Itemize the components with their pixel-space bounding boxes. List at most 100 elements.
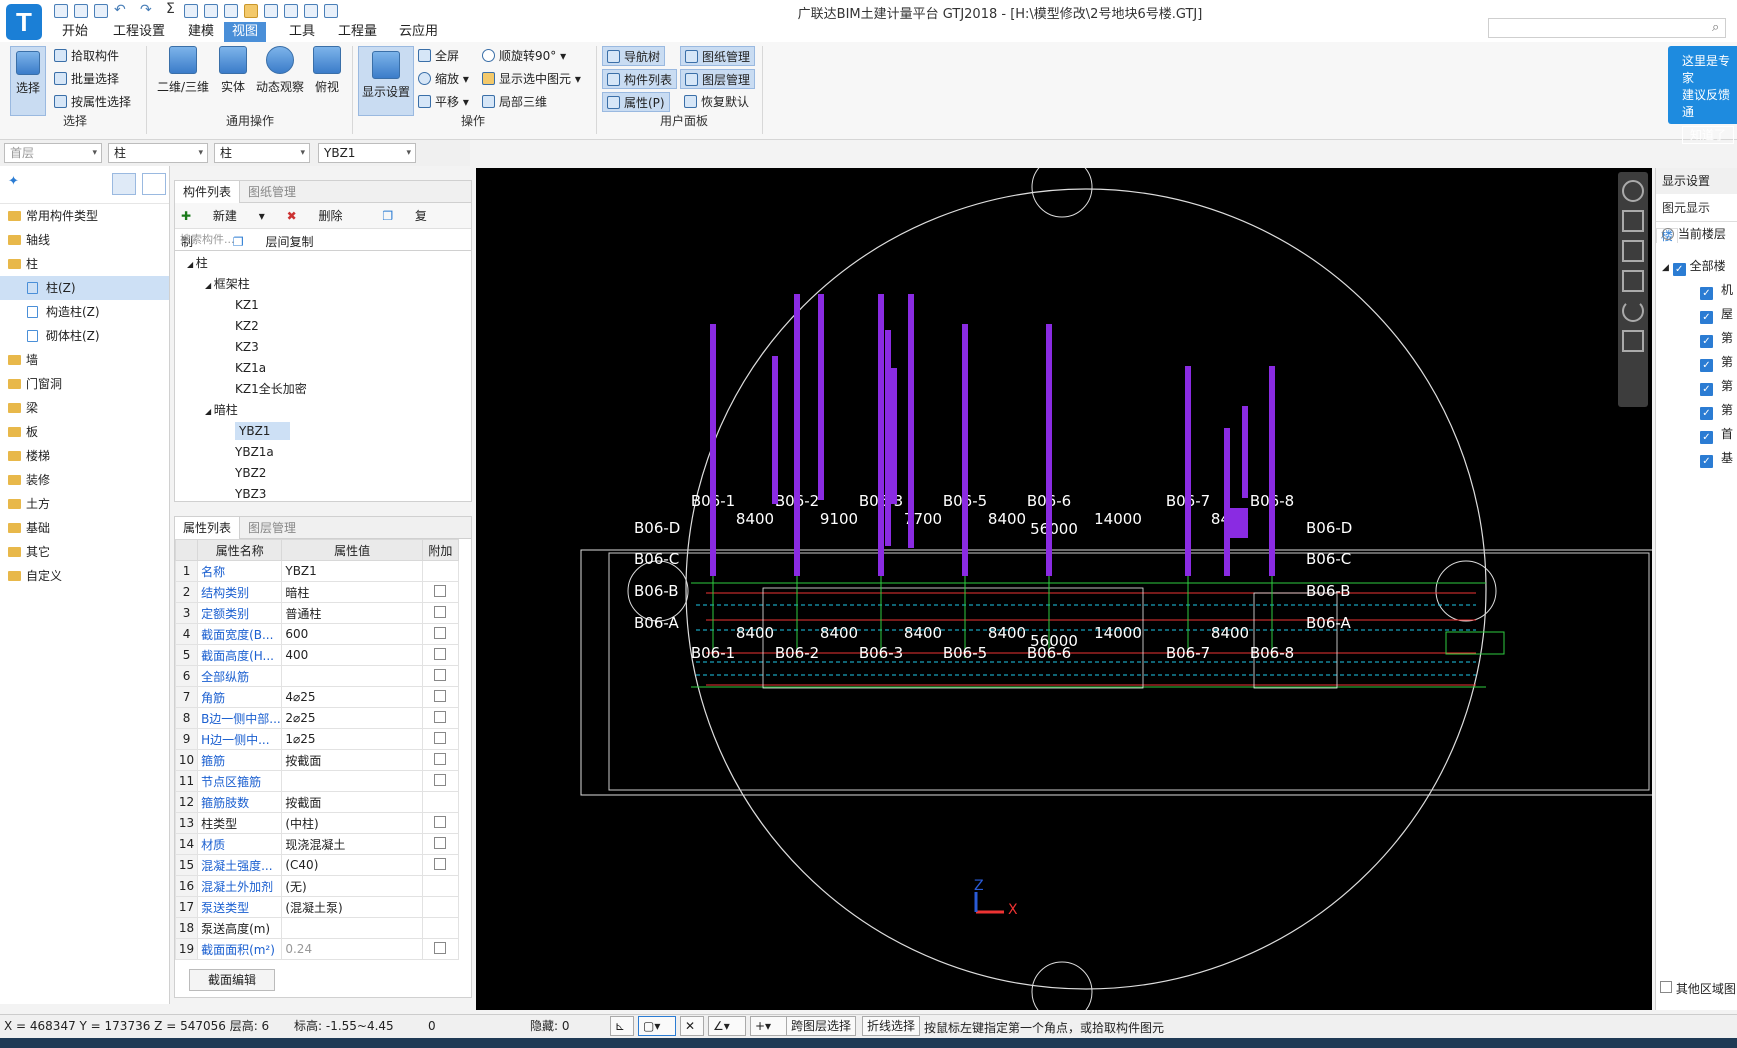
property-row[interactable]: 16 混凝土外加剂 (无) bbox=[174, 875, 460, 897]
property-row[interactable]: 3 定额类别 普通柱 bbox=[174, 602, 460, 624]
search-input[interactable] bbox=[1488, 18, 1726, 38]
type-select[interactable]: 柱 bbox=[108, 143, 208, 163]
property-row[interactable]: 9 H边一侧中... 1⌀25 bbox=[174, 728, 460, 750]
column-bar[interactable] bbox=[772, 356, 778, 504]
extra-checkbox[interactable] bbox=[434, 857, 447, 870]
extra-checkbox[interactable] bbox=[434, 710, 447, 723]
property-value[interactable]: (无) bbox=[281, 875, 423, 897]
extra-checkbox[interactable] bbox=[434, 941, 447, 954]
property-row[interactable]: 13 柱类型 (中柱) bbox=[174, 812, 460, 834]
property-row[interactable]: 8 B边一侧中部... 2⌀25 bbox=[174, 707, 460, 729]
floor-item[interactable]: ✓ 第 bbox=[1656, 398, 1737, 422]
extra-checkbox[interactable] bbox=[434, 647, 447, 660]
rotate-90-button[interactable]: 顺旋转90° ▾ bbox=[482, 46, 566, 66]
column-bar[interactable] bbox=[1242, 406, 1248, 498]
list-view-icon[interactable] bbox=[112, 173, 136, 195]
undo-icon[interactable]: ↶ bbox=[114, 2, 126, 18]
layer-mgmt-toggle[interactable]: 图层管理 bbox=[680, 69, 756, 89]
snap-icon[interactable]: ▢▾ bbox=[638, 1016, 676, 1036]
component-tree-item[interactable]: ◢ 暗柱 bbox=[175, 400, 471, 421]
all-floors-checkbox[interactable]: ✓ bbox=[1672, 263, 1686, 276]
property-value[interactable]: (C40) bbox=[281, 854, 423, 876]
menu-tools[interactable]: 工具 bbox=[281, 22, 323, 42]
property-value[interactable]: 0.24 bbox=[281, 938, 423, 960]
top-view-button[interactable]: 俯视 bbox=[310, 46, 344, 95]
angle-icon[interactable]: ∠▾ bbox=[708, 1016, 746, 1036]
cross-layer-select-button[interactable]: 跨图层选择 bbox=[786, 1016, 857, 1036]
column-bar[interactable] bbox=[908, 294, 914, 548]
property-row[interactable]: 6 全部纵筋 bbox=[174, 665, 460, 687]
column-bar[interactable] bbox=[1046, 324, 1052, 576]
menu-cloud[interactable]: 云应用 bbox=[391, 22, 446, 42]
expand-icon[interactable]: ◢ bbox=[205, 281, 214, 290]
column-bar[interactable] bbox=[885, 330, 891, 546]
floor-checkbox[interactable]: ✓ bbox=[1700, 407, 1713, 420]
drawing-mgmt-toggle[interactable]: 图纸管理 bbox=[680, 46, 756, 66]
extra-checkbox[interactable] bbox=[434, 752, 447, 765]
new-button[interactable]: ✚ 新建 ▾ bbox=[181, 209, 265, 223]
floor-item[interactable]: ✓ 第 bbox=[1656, 350, 1737, 374]
tools-icon[interactable] bbox=[264, 4, 278, 18]
nav-item[interactable]: 轴线 bbox=[0, 228, 169, 252]
3d-tool-icon[interactable] bbox=[1622, 240, 1644, 262]
redo-icon[interactable]: ↷ bbox=[140, 2, 152, 18]
nav-item[interactable]: 土方 bbox=[0, 492, 169, 516]
nav-item[interactable]: 自定义 bbox=[0, 564, 169, 588]
nav-item[interactable]: 柱(Z) bbox=[0, 276, 169, 300]
floor-item[interactable]: ✓ 机 bbox=[1656, 278, 1737, 302]
property-value[interactable]: 2⌀25 bbox=[281, 707, 423, 729]
column-bar[interactable] bbox=[891, 368, 897, 504]
floor-item[interactable]: ✓ 第 bbox=[1656, 326, 1737, 350]
nav-item[interactable]: 门窗洞 bbox=[0, 372, 169, 396]
pen-icon[interactable] bbox=[244, 4, 258, 18]
floor-item[interactable]: ✓ 首 bbox=[1656, 422, 1737, 446]
save-icon[interactable] bbox=[54, 4, 68, 18]
polyline-select-button[interactable]: 折线选择 bbox=[862, 1016, 921, 1036]
property-value[interactable]: (混凝土泵) bbox=[281, 896, 423, 918]
nav-item[interactable]: 楼梯 bbox=[0, 444, 169, 468]
select-by-property-button[interactable]: 按属性选择 bbox=[54, 92, 131, 112]
component-select[interactable]: YBZ1 bbox=[318, 143, 416, 163]
column-bar[interactable] bbox=[818, 294, 824, 500]
2d-3d-button[interactable]: 二维/三维 bbox=[154, 46, 212, 95]
property-value[interactable]: 普通柱 bbox=[281, 602, 423, 624]
property-value[interactable]: 400 bbox=[281, 644, 423, 666]
component-tree-item[interactable]: YBZ1 bbox=[175, 421, 471, 442]
property-value[interactable]: 1⌀25 bbox=[281, 728, 423, 750]
expand-icon[interactable]: ◢ bbox=[187, 260, 196, 269]
nav-item[interactable]: 柱 bbox=[0, 252, 169, 276]
component-tree-item[interactable]: ◢ 柱 bbox=[175, 253, 471, 274]
property-row[interactable]: 1 名称 YBZ1 bbox=[174, 560, 460, 582]
extra-checkbox[interactable] bbox=[434, 584, 447, 597]
fullscreen-button[interactable]: 全屏 bbox=[418, 46, 459, 66]
property-row[interactable]: 11 节点区箍筋 bbox=[174, 770, 460, 792]
detail-view-icon[interactable] bbox=[142, 173, 166, 195]
nav-item[interactable]: 其它 bbox=[0, 540, 169, 564]
menu-view[interactable]: 视图 bbox=[224, 22, 267, 42]
floor-item[interactable]: ✓ 屋 bbox=[1656, 302, 1737, 326]
floor-item[interactable]: ✓ 第 bbox=[1656, 374, 1737, 398]
comp-list-toggle[interactable]: 构件列表 bbox=[602, 69, 678, 89]
floor-checkbox[interactable]: ✓ bbox=[1700, 431, 1713, 444]
dimension-icon[interactable]: +▾ bbox=[750, 1016, 788, 1036]
tab-component-list[interactable]: 构件列表 bbox=[175, 181, 241, 203]
column-bar[interactable] bbox=[1224, 508, 1248, 538]
floor-select[interactable]: 首层 bbox=[4, 143, 102, 163]
new-icon[interactable] bbox=[74, 4, 88, 18]
component-tree-item[interactable]: KZ1 bbox=[175, 295, 471, 316]
delete-button[interactable]: ✖ 删除 bbox=[287, 209, 361, 223]
search-icon[interactable]: ⌕ bbox=[1712, 20, 1719, 35]
extra-checkbox[interactable] bbox=[434, 605, 447, 618]
zoom-button[interactable]: 缩放 ▾ bbox=[418, 69, 469, 89]
floor-checkbox[interactable]: ✓ bbox=[1700, 359, 1713, 372]
nav-item[interactable]: 常用构件类型 bbox=[0, 204, 169, 228]
tab-property-list[interactable]: 属性列表 bbox=[175, 517, 241, 539]
extra-checkbox[interactable] bbox=[434, 773, 447, 786]
column-bar[interactable] bbox=[962, 324, 968, 576]
floor-checkbox[interactable]: ✓ bbox=[1700, 335, 1713, 348]
floor-checkbox[interactable]: ✓ bbox=[1700, 455, 1713, 468]
column-bar[interactable] bbox=[710, 324, 716, 576]
property-row[interactable]: 19 截面面积(m²) 0.24 bbox=[174, 938, 460, 960]
component-tree-item[interactable]: KZ2 bbox=[175, 316, 471, 337]
property-row[interactable]: 17 泵送类型 (混凝土泵) bbox=[174, 896, 460, 918]
